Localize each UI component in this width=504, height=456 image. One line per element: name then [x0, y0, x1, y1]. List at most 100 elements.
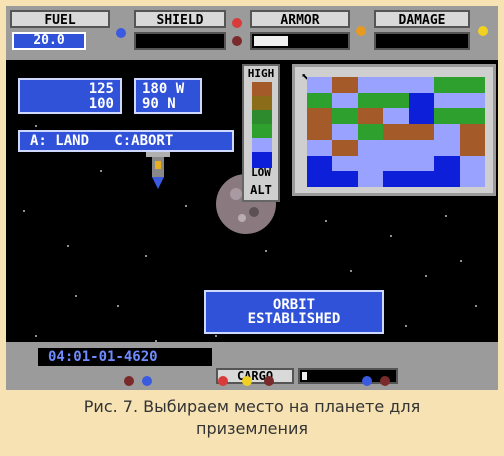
altitude-low-label: LOW	[251, 166, 271, 179]
map-cell[interactable]	[459, 155, 485, 172]
map-cell[interactable]	[332, 77, 358, 93]
map-cell[interactable]	[408, 155, 435, 172]
damage-bar	[374, 32, 470, 50]
map-cell[interactable]	[459, 124, 485, 140]
map-cell[interactable]	[332, 155, 358, 172]
altitude-high-label: HIGH	[247, 67, 275, 80]
map-cell[interactable]	[332, 108, 358, 125]
map-cell[interactable]	[357, 139, 384, 156]
map-cell[interactable]	[434, 139, 460, 156]
fuel-label: FUEL	[10, 10, 110, 28]
map-cell[interactable]	[408, 92, 435, 109]
command-panel[interactable]: A: LAND C:ABORT	[18, 130, 234, 152]
caption-line-2: приземления	[196, 419, 308, 438]
map-cell[interactable]	[383, 155, 409, 172]
map-cell[interactable]	[459, 139, 485, 156]
map-cell[interactable]	[357, 92, 384, 109]
altitude-legend: HIGH LOW ALT	[242, 64, 280, 202]
map-cell[interactable]	[408, 108, 435, 125]
coord-line-2: 100	[88, 96, 114, 112]
map-cell[interactable]	[383, 171, 409, 187]
coord-line-1: 125	[88, 81, 114, 97]
map-cell[interactable]	[459, 171, 485, 187]
map-cell[interactable]	[408, 171, 435, 187]
lat-lon-panel: 180 W 90 N	[134, 78, 202, 114]
map-cell[interactable]	[459, 108, 485, 125]
map-cell[interactable]	[357, 108, 384, 125]
map-cell[interactable]	[408, 77, 435, 93]
armor-gauge: ARMOR	[250, 10, 350, 56]
caption-line-1: Рис. 7. Выбираем место на планете для	[83, 397, 421, 416]
map-cell[interactable]	[307, 171, 333, 187]
shield-indicator-light	[232, 18, 242, 28]
map-cell[interactable]	[408, 139, 435, 156]
bottom-indicator-light-7	[380, 376, 390, 386]
armor-label: ARMOR	[250, 10, 350, 28]
map-cell[interactable]	[357, 77, 384, 93]
fuel-value: 20.0	[12, 32, 86, 50]
bottom-indicator-light-5	[264, 376, 274, 386]
map-cell[interactable]	[434, 124, 460, 140]
status-panel: ORBIT ESTABLISHED	[204, 290, 384, 334]
map-cell[interactable]	[307, 155, 333, 172]
command-text: A: LAND C:ABORT	[30, 133, 174, 149]
map-cell[interactable]	[332, 139, 358, 156]
armor-indicator-light	[356, 26, 366, 36]
map-cell[interactable]	[357, 124, 384, 140]
map-cell[interactable]	[357, 155, 384, 172]
longitude: 180 W	[142, 81, 185, 97]
damage-indicator-light	[478, 26, 488, 36]
damage-gauge: DAMAGE	[374, 10, 470, 56]
planet-surface-map[interactable]: ⬉	[292, 64, 496, 196]
shield-gauge: SHIELD	[134, 10, 226, 56]
bottom-indicator-light-4	[242, 376, 252, 386]
coordinates-panel: 125 100	[18, 78, 122, 114]
shield-label: SHIELD	[134, 10, 226, 28]
article-figure: FUEL 20.0 SHIELD ARMOR DAMAGE 125 100 18…	[0, 0, 504, 456]
fuel-gauge: FUEL 20.0	[10, 10, 110, 56]
damage-label: DAMAGE	[374, 10, 470, 28]
game-screen: FUEL 20.0 SHIELD ARMOR DAMAGE 125 100 18…	[6, 6, 498, 390]
map-cell[interactable]	[434, 108, 460, 125]
status-line-2: ESTABLISHED	[247, 311, 341, 327]
cargo-fill	[302, 372, 307, 380]
player-ship	[146, 151, 170, 189]
fuel-indicator-light	[116, 28, 126, 38]
map-cell[interactable]	[332, 124, 358, 140]
bottom-indicator-light-3	[218, 376, 228, 386]
armor-bar	[250, 32, 350, 50]
bottom-indicator-light-1	[124, 376, 134, 386]
shield-bar	[134, 32, 226, 50]
gauge-bar: FUEL 20.0 SHIELD ARMOR DAMAGE	[6, 6, 498, 60]
figure-caption: Рис. 7. Выбираем место на планете для пр…	[0, 396, 504, 452]
map-cell[interactable]	[307, 139, 333, 156]
map-cell[interactable]	[383, 124, 409, 140]
map-cell[interactable]	[332, 171, 358, 187]
stardate: 04:01-01-4620	[38, 348, 212, 366]
map-cell[interactable]	[307, 108, 333, 125]
map-cell[interactable]	[383, 92, 409, 109]
armor-fill	[254, 36, 288, 46]
map-cell[interactable]	[357, 171, 384, 187]
map-cell[interactable]	[459, 77, 485, 93]
map-cell[interactable]	[383, 77, 409, 93]
status-line-1: ORBIT	[272, 297, 316, 313]
map-cell[interactable]	[383, 139, 409, 156]
map-cell[interactable]	[307, 77, 333, 93]
map-cell[interactable]	[332, 92, 358, 109]
map-cell[interactable]	[383, 108, 409, 125]
map-cell[interactable]	[459, 92, 485, 109]
map-cell[interactable]	[434, 92, 460, 109]
bottom-bar: 04:01-01-4620 CARGO	[6, 342, 498, 390]
map-cell[interactable]	[434, 155, 460, 172]
bottom-indicator-light-6	[362, 376, 372, 386]
shield-indicator-light-2	[232, 36, 242, 46]
map-cell[interactable]	[408, 124, 435, 140]
map-cell[interactable]	[434, 77, 460, 93]
latitude: 90 N	[142, 96, 176, 112]
map-cell[interactable]	[434, 171, 460, 187]
map-cell[interactable]	[307, 124, 333, 140]
altitude-label: ALT	[250, 183, 272, 197]
map-grid[interactable]	[307, 77, 485, 187]
map-cell[interactable]	[307, 92, 333, 109]
